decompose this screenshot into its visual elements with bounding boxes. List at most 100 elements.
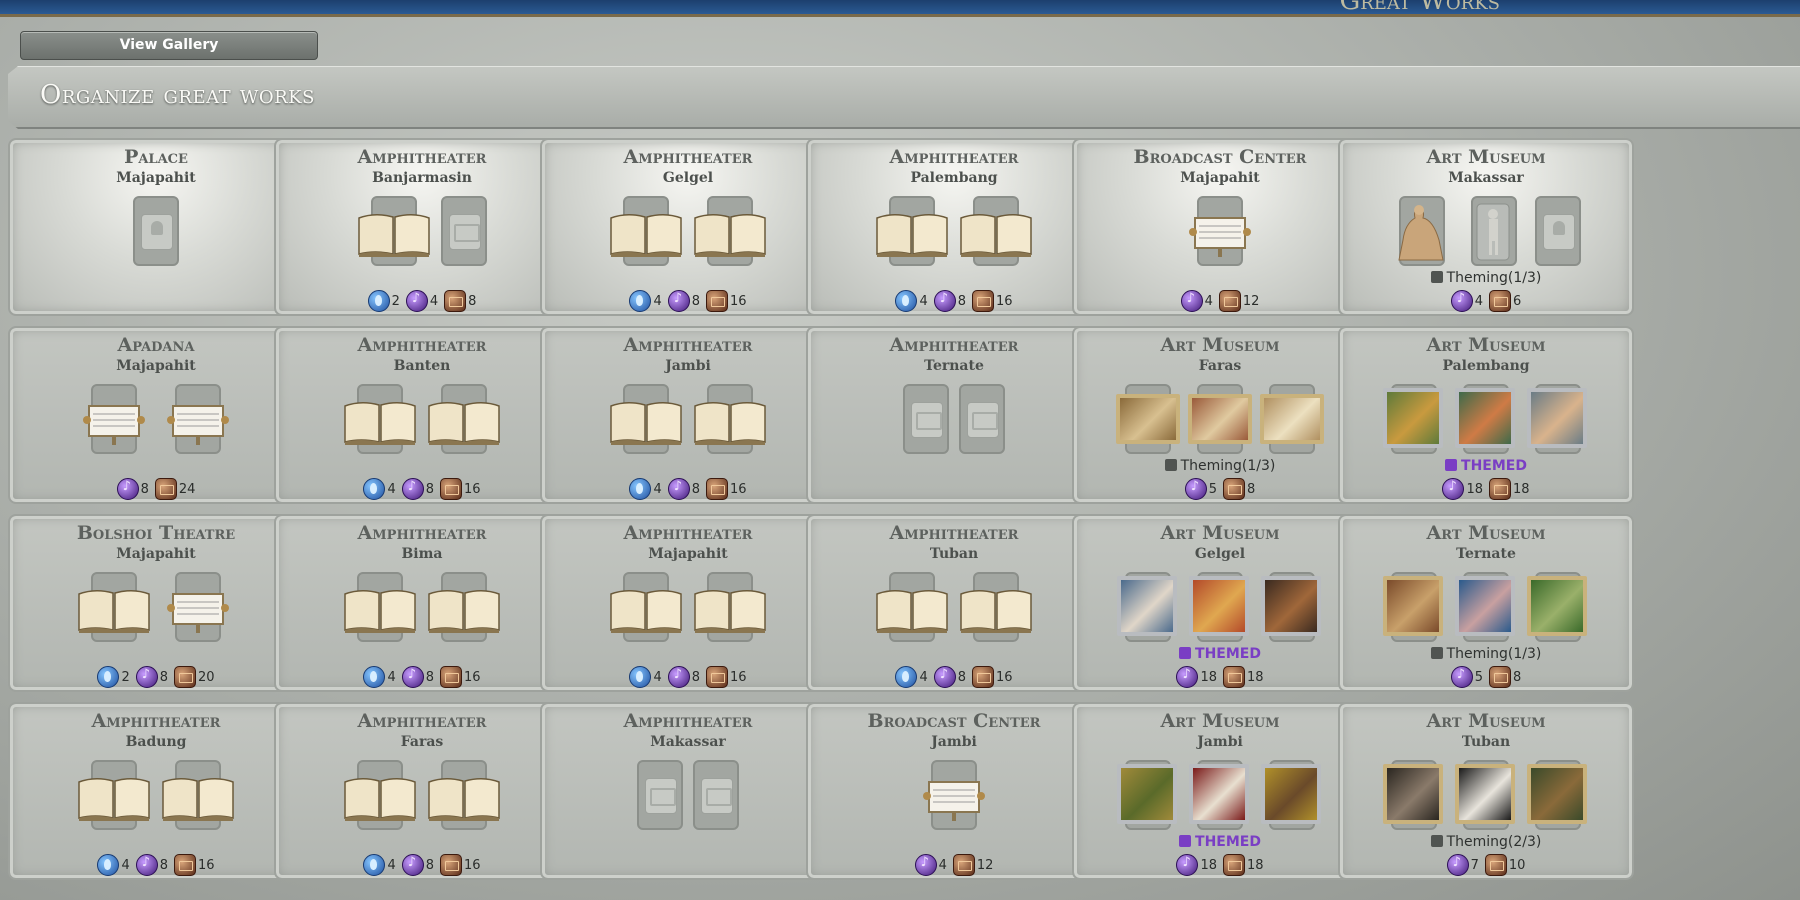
great-work-book-slot[interactable] [609,572,683,642]
great-work-book-slot[interactable] [959,572,1033,642]
great-work-painting-slot[interactable] [1383,760,1445,830]
themed-icon [1179,835,1192,847]
great-work-book-slot[interactable] [427,572,501,642]
building-card[interactable]: Amphitheater Majapahit 4 8 16 [540,514,836,692]
empty-book-slot[interactable] [441,196,487,266]
great-work-book-slot[interactable] [343,384,417,454]
building-card[interactable]: Art MuseumGelgelTHEMED1818 [1072,514,1368,692]
building-card[interactable]: Amphitheater Faras 4 8 16 [274,702,570,880]
building-card[interactable]: Amphitheater Bima 4 8 16 [274,514,570,692]
great-work-painting-slot[interactable] [1261,760,1323,830]
great-work-book-slot[interactable] [693,384,767,454]
great-work-sculpture-slot[interactable] [1463,196,1525,266]
great-work-book-slot[interactable] [959,196,1033,266]
great-work-music-slot[interactable] [917,760,991,830]
book-icon [701,778,733,814]
building-card[interactable]: Art MuseumJambiTHEMED1818 [1072,702,1368,880]
tourism-yield: 20 [174,666,215,688]
building-card[interactable]: Bolshoi Theatre Majapahit 2 8 20 [8,514,304,692]
great-work-painting-slot[interactable] [1117,572,1179,642]
great-work-music-slot[interactable] [161,384,235,454]
great-work-painting-slot[interactable] [1116,384,1180,454]
great-work-book-slot[interactable] [343,760,417,830]
building-card[interactable]: Art MuseumFarasTheming(1/3)58 [1072,326,1368,504]
great-work-painting-slot[interactable] [1383,572,1445,642]
great-work-book-slot[interactable] [693,572,767,642]
great-work-book-slot[interactable] [343,572,417,642]
empty-sculpture-slot[interactable] [1535,196,1581,266]
great-work-book-slot[interactable] [875,572,949,642]
great-work-book-slot[interactable] [609,196,683,266]
great-work-painting-slot[interactable] [1189,572,1251,642]
city-name: Gelgel [1194,546,1246,562]
great-work-painting-slot[interactable] [1261,572,1323,642]
empty-book-slot[interactable] [959,384,1005,454]
building-card[interactable]: Art MuseumTernateTheming(1/3)58 [1338,514,1634,692]
great-work-sculpture-slot[interactable] [1391,196,1453,266]
building-card[interactable]: Amphitheater Ternate [806,326,1102,504]
great-work-book-slot[interactable] [693,196,767,266]
great-work-book-slot[interactable] [77,760,151,830]
great-work-painting-slot[interactable] [1527,384,1589,454]
culture-yield: 8 [401,666,434,688]
science-value: 4 [387,857,396,873]
yields-row: 4 12 [808,854,1100,876]
building-card[interactable]: Amphitheater Banten 4 8 16 [274,326,570,504]
great-work-book-slot[interactable] [161,760,235,830]
great-work-slots [542,384,834,454]
great-work-painting-slot[interactable] [1527,760,1589,830]
theming-status: Theming(2/3) [1340,834,1632,850]
building-card[interactable]: Art MuseumMakassarTheming(1/3)46 [1338,138,1634,316]
culture-value: 7 [1470,857,1479,873]
building-card[interactable]: Amphitheater Tuban 4 8 16 [806,514,1102,692]
great-work-book-slot[interactable] [357,196,431,266]
great-work-painting-slot[interactable] [1260,384,1324,454]
great-work-music-slot[interactable] [161,572,235,642]
great-work-painting-slot[interactable] [1188,384,1252,454]
tourism-icon [1489,290,1511,312]
tourism-icon [1223,666,1245,688]
building-card[interactable]: Amphitheater Badung 4 8 16 [8,702,304,880]
yields-row: 4 8 16 [542,478,834,500]
great-work-music-slot[interactable] [1183,196,1257,266]
building-card[interactable]: Art Museum Tuban Theming(2/3) 7 10 [1338,702,1634,880]
painting-icon [1455,388,1515,448]
empty-book-slot[interactable] [637,760,683,830]
building-card[interactable]: Amphitheater Palembang 4 8 16 [806,138,1102,316]
empty-book-slot[interactable] [903,384,949,454]
building-card[interactable]: Broadcast Center Jambi 4 12 [806,702,1102,880]
building-card[interactable]: Art MuseumPalembangTHEMED1818 [1338,326,1634,504]
great-work-music-slot[interactable] [77,384,151,454]
empty-sculpture-slot[interactable] [133,196,179,266]
great-work-book-slot[interactable] [427,760,501,830]
painting-icon [1527,576,1587,636]
yields-row: 4 8 16 [808,290,1100,312]
great-work-painting-slot[interactable] [1383,384,1445,454]
great-work-painting-slot[interactable] [1527,572,1589,642]
tourism-icon [972,290,994,312]
view-gallery-button[interactable]: View Gallery [20,31,318,60]
building-card[interactable]: Amphitheater Jambi 4 8 16 [540,326,836,504]
building-card[interactable]: Amphitheater Gelgel 4 8 16 [540,138,836,316]
building-name: Broadcast Center [1133,146,1307,168]
culture-value: 4 [1204,293,1213,309]
great-work-painting-slot[interactable] [1455,572,1517,642]
tourism-yield: 12 [1218,290,1259,312]
great-work-painting-slot[interactable] [1117,760,1179,830]
tourism-yield: 18 [1489,478,1530,500]
building-card[interactable]: Amphitheater Banjarmasin 2 4 8 [274,138,570,316]
great-work-book-slot[interactable] [77,572,151,642]
building-card[interactable]: Broadcast Center Majapahit 4 12 [1072,138,1368,316]
great-work-painting-slot[interactable] [1455,384,1517,454]
great-work-painting-slot[interactable] [1189,760,1251,830]
great-work-book-slot[interactable] [609,384,683,454]
empty-book-slot[interactable] [693,760,739,830]
building-card[interactable]: Amphitheater Makassar [540,702,836,880]
painting-icon [1383,388,1443,448]
building-card[interactable]: Palace Majapahit [8,138,304,316]
building-card[interactable]: Apadana Majapahit 8 24 [8,326,304,504]
great-work-painting-slot[interactable] [1455,760,1517,830]
great-work-book-slot[interactable] [875,196,949,266]
great-work-book-slot[interactable] [427,384,501,454]
theming-icon [1430,647,1443,659]
